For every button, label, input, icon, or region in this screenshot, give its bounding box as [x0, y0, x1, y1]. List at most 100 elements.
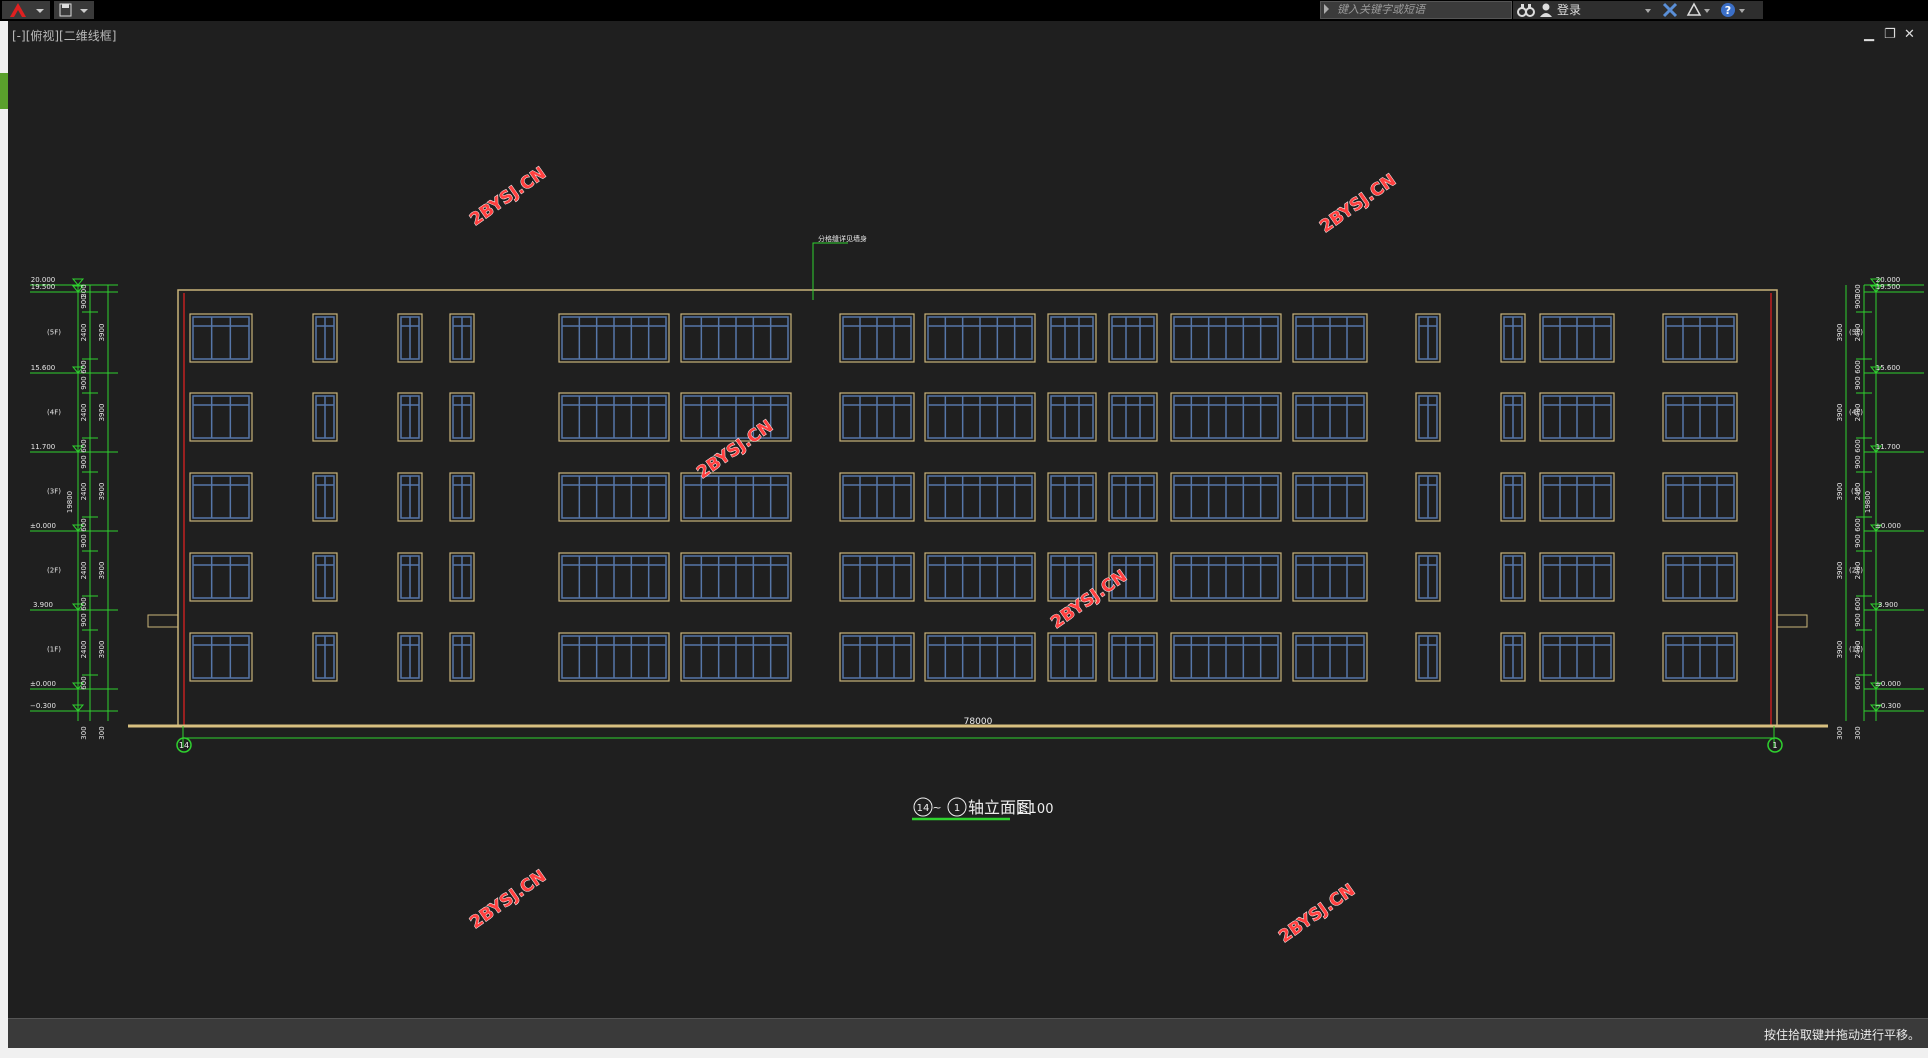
dimension-label: 300	[80, 726, 88, 739]
dimension-label: 2400	[80, 404, 88, 422]
right-dimension-chain: 20.00019.50015.60011.700±0.0003.900±0.00…	[1836, 276, 1924, 740]
elevation-label: 19.500	[31, 283, 56, 291]
dimension-label: 2400	[1854, 641, 1862, 659]
dimension-label: 300	[1836, 726, 1844, 739]
dimension-label: 600	[1854, 439, 1862, 452]
svg-text:14: 14	[179, 741, 189, 750]
elevation-label: 19.500	[1876, 283, 1901, 291]
watermark-text: 2BYSJ.CN	[1275, 880, 1358, 947]
window-frame	[1050, 635, 1094, 679]
dimension-label: 900	[80, 613, 88, 626]
dimension-label: 600	[80, 597, 88, 610]
autocad-logo-icon	[10, 3, 44, 17]
quick-access-save-button[interactable]	[54, 1, 94, 19]
dimension-label: 900	[1854, 613, 1862, 626]
search-input[interactable]: 键入关键字或短语	[1320, 1, 1512, 19]
window-frame	[1111, 475, 1155, 519]
window-frame	[1050, 395, 1094, 439]
window-frame	[192, 316, 250, 360]
watermark-text: 2BYSJ.CN	[466, 163, 549, 230]
dimension-label: 2400	[1854, 562, 1862, 580]
dimension-label: 300	[98, 726, 106, 739]
elevation-label: 11.700	[1876, 443, 1901, 451]
elevation-label: 15.600	[1876, 364, 1901, 372]
window	[1108, 632, 1158, 682]
application-menu-button[interactable]	[2, 1, 50, 19]
help-icon[interactable]: ?	[1719, 1, 1749, 19]
dimension-label: 3900	[98, 641, 106, 659]
window-frame	[192, 555, 250, 599]
dimension-label: 2400	[80, 483, 88, 501]
svg-text:1:100: 1:100	[1016, 802, 1053, 817]
elevation-label: 15.600	[31, 364, 56, 372]
dimension-label: 900	[80, 534, 88, 547]
total-length-label: 78000	[964, 717, 993, 727]
window-frame	[1050, 475, 1094, 519]
command-prompt-text: 按住拾取键并拖动进行平移。	[1763, 1028, 1920, 1042]
chevron-down-icon[interactable]	[1643, 1, 1653, 19]
window	[1108, 313, 1158, 363]
autodesk-exchange-icon[interactable]	[1661, 1, 1679, 19]
dimension-label: 600	[80, 360, 88, 373]
login-button[interactable]: 登录	[1557, 1, 1581, 19]
window	[1108, 392, 1158, 442]
dimension-label: 3900	[98, 483, 106, 501]
window	[189, 472, 253, 522]
dimension-label: 900	[80, 376, 88, 389]
save-icon	[59, 3, 88, 17]
svg-text:1: 1	[954, 803, 960, 814]
watermark-text: 2BYSJ.CN	[1316, 170, 1399, 237]
dimension-label: 2400	[80, 562, 88, 580]
dimension-label: 900	[1854, 376, 1862, 389]
dimension-label: 900	[1854, 534, 1862, 547]
title-bar: 键入关键字或短语 登录 ?	[0, 0, 1928, 21]
total-height-label: 19800	[1864, 491, 1872, 513]
dimension-label: 900	[80, 455, 88, 468]
dimension-label: 2400	[80, 641, 88, 659]
window	[1047, 472, 1097, 522]
elevation-label: 3.900	[33, 601, 53, 609]
left-dimension-chain: 20.00019.50015.60011.700±0.0003.900±0.00…	[30, 276, 118, 740]
dimension-label: 3900	[98, 562, 106, 580]
watermarks: 2BYSJ.CN 2BYSJ.CN 2BYSJ.CN 2BYSJ.CN 2BYS…	[466, 163, 1400, 948]
dimension-label: 600	[80, 439, 88, 452]
elevation-label: −0.300	[30, 702, 56, 710]
elevation-label: 11.700	[31, 443, 56, 451]
dimension-label: 300	[1854, 726, 1862, 739]
dimension-label: 300	[1854, 284, 1862, 297]
elevation-label: ±0.000	[30, 522, 56, 530]
svg-text:~: ~	[932, 801, 941, 814]
dimension-label: 3900	[1836, 641, 1844, 659]
window	[1047, 632, 1097, 682]
floor-label: (5F)	[47, 329, 61, 337]
dimension-label: 300	[80, 284, 88, 297]
search-expand-icon[interactable]	[1324, 4, 1329, 14]
window-frame	[192, 395, 250, 439]
binoculars-icon[interactable]	[1517, 1, 1535, 19]
elevation-label: ±0.000	[1875, 522, 1901, 530]
elevation-label: ±0.000	[1875, 680, 1901, 688]
left-canopy	[147, 614, 179, 628]
window-grid	[189, 313, 1738, 682]
right-canopy	[1776, 614, 1808, 628]
dimension-label: 2400	[1854, 324, 1862, 342]
bottom-edge	[0, 1048, 1928, 1058]
axis-bubble-right: 1	[1767, 737, 1783, 753]
elevation-label: −0.300	[1875, 702, 1901, 710]
dimension-label: 3900	[98, 404, 106, 422]
dimension-label: 600	[1854, 676, 1862, 689]
floor-label: (1F)	[47, 646, 61, 654]
dimension-label: 600	[1854, 597, 1862, 610]
elevation-drawing: 分格缝详见墙身 78000 14 1 20.00019.50015.60011.…	[30, 163, 1924, 948]
window	[189, 392, 253, 442]
window-frame	[192, 475, 250, 519]
network-icon[interactable]	[1685, 1, 1711, 19]
window	[1047, 313, 1097, 363]
building-outline	[177, 289, 1778, 727]
status-bar: 按住拾取键并拖动进行平移。	[8, 1018, 1928, 1048]
elevation-label: 3.900	[1878, 601, 1898, 609]
drawing-title: 14 ~ 1 轴立面图 1:100	[912, 797, 1053, 821]
dimension-label: 2400	[1854, 404, 1862, 422]
svg-text:14: 14	[917, 803, 930, 814]
dimension-label: 3900	[1836, 562, 1844, 580]
